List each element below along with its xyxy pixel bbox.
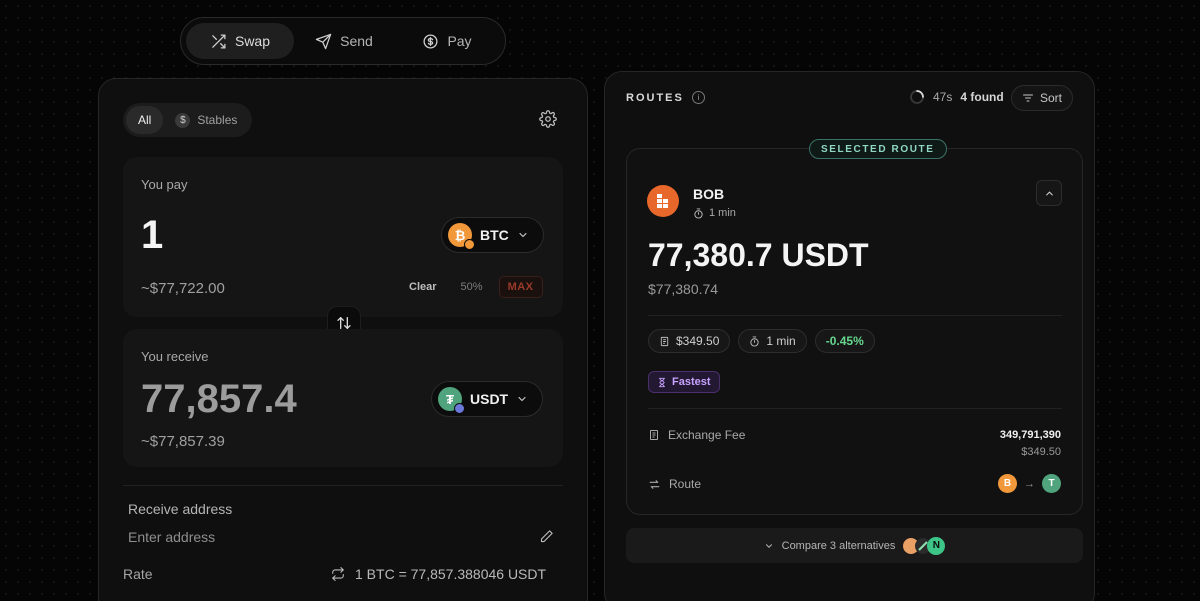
- exchange-fee-usd: $349.50: [1021, 446, 1061, 458]
- routes-card: ROUTES i 47s 4 found Sort SELECTED ROUTE…: [604, 71, 1095, 601]
- mode-tabs: Swap Send Pay: [180, 17, 506, 65]
- provider-eta-value: 1 min: [709, 207, 736, 219]
- selected-route-tag: SELECTED ROUTE: [809, 139, 947, 159]
- time-chip-value: 1 min: [766, 334, 796, 348]
- tab-swap[interactable]: Swap: [186, 23, 294, 59]
- time-chip: 1 min: [738, 329, 807, 353]
- receive-token-symbol: USDT: [470, 391, 509, 407]
- routes-found-count: 4 found: [960, 90, 1004, 104]
- filter-lines-icon: [1023, 94, 1033, 102]
- pay-token-selector[interactable]: ₿ BTC: [441, 217, 544, 253]
- tab-send[interactable]: Send: [294, 23, 394, 59]
- dollar-icon: $: [175, 112, 191, 128]
- half-button[interactable]: 50%: [453, 277, 491, 297]
- chevron-up-icon: [1045, 190, 1053, 195]
- receive-label: You receive: [141, 349, 209, 364]
- btc-coin-icon: ₿: [448, 223, 475, 250]
- route-arrows-icon: [649, 479, 660, 489]
- hourglass-icon: [659, 377, 665, 387]
- gear-icon[interactable]: [539, 110, 557, 128]
- filter-all-button[interactable]: All: [126, 106, 164, 134]
- route-amount: 77,380.7 USDT: [648, 237, 869, 273]
- shuffle-icon: [212, 33, 226, 49]
- receive-panel: You receive 77,857.4 ₮ USDT ~$77,857.39: [123, 329, 563, 467]
- dollar-coin-icon: [423, 33, 438, 49]
- btc-coin-icon: B: [998, 474, 1017, 493]
- clear-button[interactable]: Clear: [401, 277, 445, 297]
- tab-pay-label: Pay: [447, 33, 472, 49]
- usdt-coin-icon: ₮: [438, 387, 465, 414]
- info-icon[interactable]: i: [691, 91, 705, 104]
- refresh-timer: 47s: [933, 90, 953, 104]
- route-row-label: Route: [648, 477, 701, 491]
- pay-panel: You pay 1 ₿ BTC ~$77,722.00 Clear 50% MA…: [123, 157, 563, 317]
- refresh-timer-icon: [910, 90, 924, 104]
- chevron-down-icon: [519, 232, 527, 238]
- pay-usd-value: ~$77,722.00: [141, 280, 225, 297]
- exchange-fee-row-label: Exchange Fee: [648, 428, 745, 442]
- divider: [123, 485, 563, 486]
- receive-usd-value: ~$77,857.39: [141, 433, 225, 450]
- provider-eta: 1 min: [693, 207, 736, 219]
- tab-send-label: Send: [340, 33, 373, 49]
- chevron-down-icon: [518, 396, 526, 402]
- receipt-icon: [650, 430, 658, 440]
- filter-stables-button[interactable]: $ Stables: [163, 106, 249, 134]
- fee-chip: $349.50: [648, 329, 731, 353]
- swap-card: All $ Stables You pay 1 ₿ BTC ~$77,722.0…: [98, 78, 588, 601]
- price-impact-chip: -0.45%: [814, 329, 875, 353]
- route-label: Route: [669, 477, 702, 491]
- route-usd-value: $77,380.74: [648, 281, 719, 297]
- pay-label: You pay: [141, 177, 188, 192]
- rate-value: 1 BTC = 77,857.388046 USDT: [355, 566, 547, 582]
- divider: [648, 408, 1062, 409]
- asset-filter: All $ Stables: [123, 103, 253, 137]
- usdt-coin-icon: T: [1042, 474, 1061, 493]
- receive-address-label: Receive address: [128, 501, 233, 517]
- collapse-button[interactable]: [1036, 180, 1062, 206]
- route-arrow: →: [1024, 477, 1035, 490]
- exchange-fee-label: Exchange Fee: [668, 428, 746, 442]
- receive-amount: 77,857.4: [141, 377, 297, 421]
- repeat-icon[interactable]: [331, 567, 345, 581]
- filter-stables-label: Stables: [197, 113, 238, 127]
- alternative-provider-icons: N: [903, 536, 946, 555]
- tab-pay[interactable]: Pay: [394, 23, 500, 59]
- filter-all-label: All: [138, 113, 152, 127]
- provider-n-logo-icon: N: [927, 536, 946, 555]
- receipt-icon: [660, 336, 669, 346]
- route-path: B → T: [998, 474, 1061, 493]
- pay-token-symbol: BTC: [480, 227, 509, 243]
- compare-alternatives-button[interactable]: Compare 3 alternatives N: [626, 528, 1083, 563]
- rate-row: 1 BTC = 77,857.388046 USDT: [331, 566, 546, 582]
- exchange-fee-value: 349,791,390: [999, 429, 1061, 441]
- sort-label: Sort: [1040, 91, 1063, 105]
- paper-plane-icon: [315, 33, 332, 49]
- pay-amount-input[interactable]: 1: [141, 213, 163, 258]
- stopwatch-icon: [694, 207, 703, 219]
- routes-header: ROUTES i: [626, 91, 705, 104]
- amount-shortcuts: Clear 50% MAX: [401, 276, 543, 298]
- stopwatch-icon: [750, 335, 760, 347]
- bob-logo-icon: [647, 185, 679, 217]
- rate-label: Rate: [123, 566, 153, 582]
- route-chips: $349.50 1 min -0.45%: [648, 329, 875, 353]
- routes-status: 47s 4 found: [909, 89, 1004, 105]
- divider: [648, 315, 1062, 316]
- provider-name: BOB: [693, 186, 725, 202]
- sort-button[interactable]: Sort: [1011, 85, 1074, 111]
- chevron-down-icon: [765, 543, 772, 548]
- tab-swap-label: Swap: [234, 33, 271, 49]
- compare-label: Compare 3 alternatives: [781, 539, 896, 552]
- routes-title: ROUTES: [626, 91, 684, 104]
- fastest-badge: Fastest: [648, 371, 720, 393]
- receive-token-selector[interactable]: ₮ USDT: [431, 381, 544, 417]
- fastest-label: Fastest: [672, 376, 711, 388]
- selected-route-card[interactable]: SELECTED ROUTE BOB 1 min 77,380.7 USDT $…: [626, 139, 1083, 515]
- max-button[interactable]: MAX: [498, 276, 543, 298]
- pencil-icon[interactable]: [539, 529, 554, 544]
- receive-address-input[interactable]: Enter address: [128, 529, 215, 545]
- fee-chip-value: $349.50: [676, 334, 720, 348]
